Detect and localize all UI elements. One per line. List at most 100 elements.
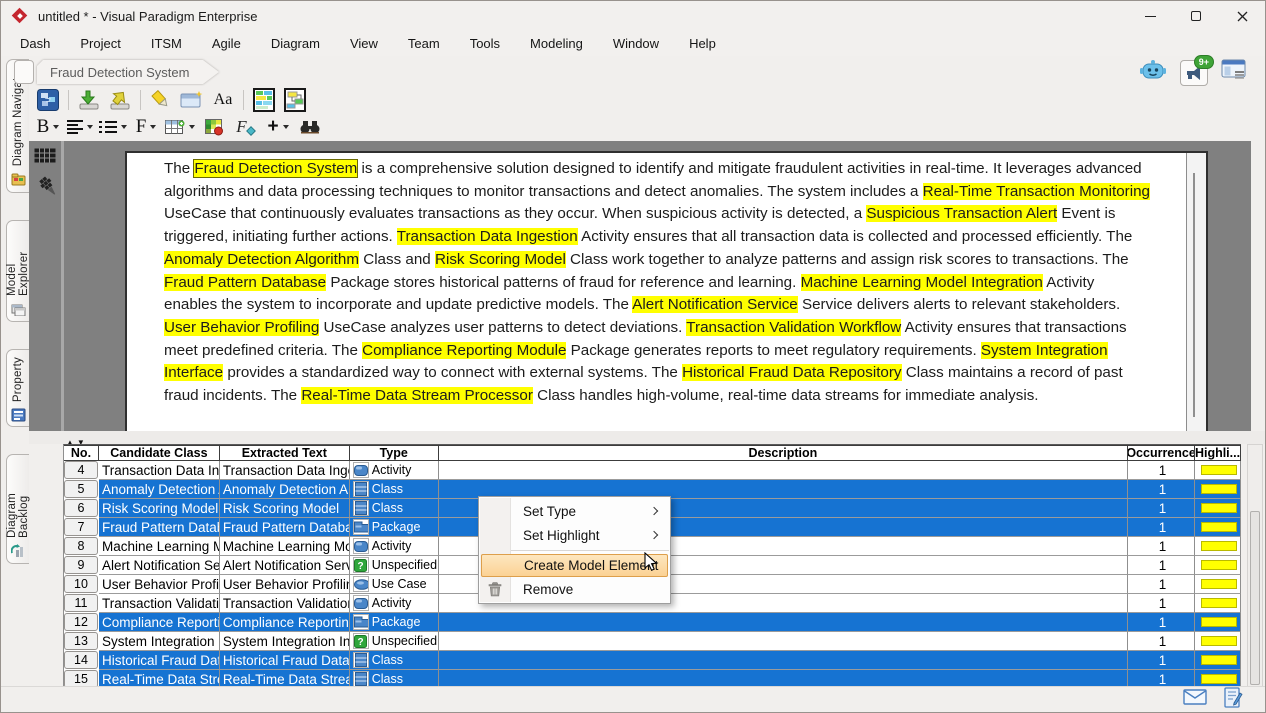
notes-button[interactable]	[1223, 687, 1243, 713]
row-number-cell[interactable]: 5	[64, 480, 98, 498]
add-element-button[interactable]: +	[265, 115, 291, 139]
highlighted-term: Risk Scoring Model	[435, 251, 566, 268]
candidate-class-cell: Fraud Pattern Database	[99, 518, 220, 537]
find-button[interactable]	[297, 115, 323, 139]
column-header-description[interactable]: Description	[439, 445, 1128, 461]
new-window-button[interactable]	[179, 88, 205, 112]
announcement-icon[interactable]: 9+	[1180, 60, 1208, 86]
diagram-tab[interactable]: Fraud Detection System	[37, 60, 219, 84]
font-style-button[interactable]: F	[133, 115, 159, 139]
sidebar-tab-property[interactable]: Property	[6, 349, 29, 427]
import-button[interactable]	[76, 88, 102, 112]
table-scrollbar-thumb[interactable]	[1250, 511, 1260, 685]
export-icon	[108, 89, 132, 111]
menu-item-diagram[interactable]: Diagram	[256, 33, 335, 54]
row-number-cell[interactable]: 12	[64, 613, 98, 631]
menu-item-help[interactable]: Help	[674, 33, 731, 54]
grid-tool-icon[interactable]	[34, 148, 56, 168]
tab-stub[interactable]	[14, 60, 34, 84]
column-header-occurrence[interactable]: Occurrence	[1128, 445, 1195, 461]
format-copier-button[interactable]: F	[233, 115, 259, 139]
menu-item-window[interactable]: Window	[598, 33, 674, 54]
submenu-arrow-icon	[650, 531, 658, 539]
diagram-overview-button[interactable]	[251, 88, 277, 112]
alignment-button[interactable]	[67, 115, 93, 139]
table-icon	[165, 120, 185, 135]
menu-item-project[interactable]: Project	[65, 33, 135, 54]
fill-color-button[interactable]	[201, 115, 227, 139]
workspace-panels-icon[interactable]	[1221, 59, 1247, 86]
sidebar-tab-model-explorer[interactable]: Model Explorer	[6, 220, 29, 322]
row-number-cell[interactable]: 9	[64, 556, 98, 574]
table-row[interactable]: 4Transaction Data IngestionTransaction D…	[64, 461, 1241, 480]
column-header-extracted-text[interactable]: Extracted Text	[220, 445, 350, 461]
occurrence-value: 1	[1159, 539, 1167, 554]
maximize-button[interactable]	[1173, 1, 1219, 31]
export-button[interactable]	[107, 88, 133, 112]
column-header-type[interactable]: Type	[350, 445, 439, 461]
row-number-cell[interactable]: 8	[64, 537, 98, 555]
table-scrollbar[interactable]	[1247, 444, 1263, 688]
document-text[interactable]: The Fraud Detection System is a comprehe…	[127, 153, 1186, 431]
list-button[interactable]	[99, 115, 127, 139]
context-menu-item-remove[interactable]: Remove	[479, 577, 670, 601]
assistant-robot-icon[interactable]	[1139, 57, 1167, 88]
candidate-class-cell: Machine Learning Model Integration	[99, 537, 220, 556]
menu-item-team[interactable]: Team	[393, 33, 455, 54]
row-number-cell[interactable]: 10	[64, 575, 98, 593]
brush-tool-icon[interactable]	[38, 175, 58, 204]
type-cell: Package	[350, 518, 439, 537]
row-number-cell[interactable]: 13	[64, 632, 98, 650]
type-label: Class	[372, 501, 403, 515]
document-text-run: The	[164, 160, 194, 177]
column-header-no[interactable]: No.	[64, 445, 99, 461]
menu-item-tools[interactable]: Tools	[455, 33, 515, 54]
highlighter-button[interactable]	[148, 88, 174, 112]
table-row[interactable]: 13System Integration InterfaceSystem Int…	[64, 632, 1241, 651]
minimize-button[interactable]	[1127, 1, 1173, 31]
menu-item-agile[interactable]: Agile	[197, 33, 256, 54]
layout-preview-button[interactable]	[282, 88, 308, 112]
table-row[interactable]: 14Historical Fraud Data RepositoryHistor…	[64, 651, 1241, 670]
close-button[interactable]	[1219, 1, 1265, 31]
context-menu-item-set-highlight[interactable]: Set Highlight	[479, 523, 670, 547]
row-number-cell[interactable]: 14	[64, 651, 98, 669]
row-number-cell[interactable]: 4	[64, 461, 98, 479]
extracted-text-cell: Anomaly Detection Algorithm	[220, 480, 350, 499]
highlighted-term: Fraud Pattern Database	[164, 274, 326, 291]
context-menu-item-set-type[interactable]: Set Type	[479, 499, 670, 523]
font-button[interactable]: Aa	[210, 88, 236, 112]
menu-item-modeling[interactable]: Modeling	[515, 33, 598, 54]
document-scrollbar[interactable]	[1186, 153, 1206, 431]
candidate-class-cell: Risk Scoring Model	[99, 499, 220, 518]
sidebar-tab-diagram-backlog[interactable]: Diagram Backlog	[6, 454, 29, 564]
menu-item-dash[interactable]: Dash	[5, 33, 65, 54]
usecase-icon	[353, 576, 369, 592]
bold-button[interactable]: B	[35, 115, 61, 139]
scrollbar-thumb[interactable]	[1193, 173, 1195, 417]
row-number-cell[interactable]: 6	[64, 499, 98, 517]
note-edit-icon	[1223, 687, 1243, 708]
type-label: Unspecified	[372, 634, 437, 648]
menu-item-itsm[interactable]: ITSM	[136, 33, 197, 54]
context-menu-item-label: Create Model Element	[524, 558, 658, 573]
insert-table-button[interactable]	[165, 115, 195, 139]
column-header-candidate-class[interactable]: Candidate Class	[99, 445, 220, 461]
dropdown-arrow-icon	[189, 125, 195, 129]
row-number-cell[interactable]: 7	[64, 518, 98, 536]
document-text-run: Class work together to analyze patterns …	[566, 251, 1129, 268]
context-menu-item-create-model-element[interactable]: Create Model Element	[481, 554, 668, 577]
row-number-cell[interactable]: 11	[64, 594, 98, 612]
column-header-highli[interactable]: Highli...	[1195, 445, 1241, 461]
highlight-color-swatch	[1201, 617, 1237, 627]
dropdown-arrow-icon	[87, 125, 93, 129]
table-row[interactable]: 12Compliance Reporting ModuleCompliance …	[64, 613, 1241, 632]
highlight-color-swatch	[1201, 655, 1237, 665]
context-menu: Set TypeSet Highlight Create Model Elemen…	[478, 496, 671, 604]
document-text-run: Class and	[359, 251, 435, 268]
open-diagram-button[interactable]	[35, 88, 61, 112]
menu-item-view[interactable]: View	[335, 33, 393, 54]
font-style-icon: F	[136, 116, 147, 138]
description-cell	[439, 613, 1128, 632]
message-button[interactable]	[1183, 689, 1207, 710]
